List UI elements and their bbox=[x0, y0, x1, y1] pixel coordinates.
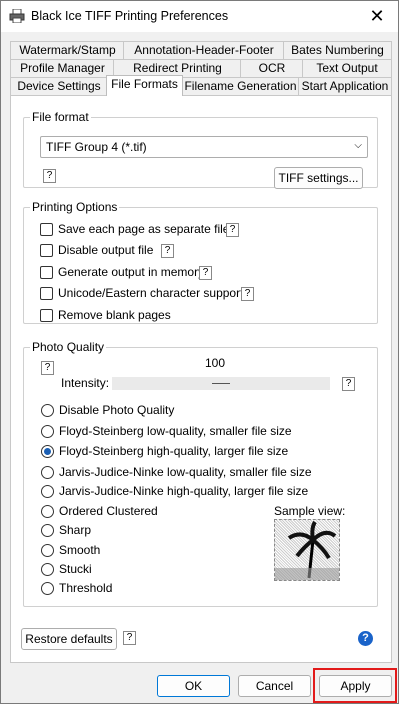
intensity-value: 100 bbox=[205, 356, 226, 370]
chevron-down-icon: ⌵ bbox=[354, 140, 362, 151]
checkbox-box[interactable] bbox=[40, 308, 53, 322]
radio-circle[interactable] bbox=[41, 424, 54, 438]
photo-quality-help-icon[interactable]: ? bbox=[41, 361, 54, 375]
radio-circle[interactable] bbox=[41, 581, 54, 595]
radio-floyd-high[interactable]: Floyd-Steinberg high-quality, larger fil… bbox=[41, 444, 288, 458]
tab-file-formats[interactable]: File Formats bbox=[106, 75, 183, 96]
save-each-page-checkbox[interactable]: Save each page as separate file bbox=[40, 222, 229, 236]
file-formats-panel: File format TIFF Group 4 (*.tif) ⌵ ? TIF… bbox=[10, 95, 392, 663]
tab-profile-manager[interactable]: Profile Manager bbox=[10, 59, 115, 77]
tab-bates-numbering[interactable]: Bates Numbering bbox=[283, 41, 392, 59]
radio-label: Smooth bbox=[59, 543, 101, 557]
photo-quality-legend: Photo Quality bbox=[32, 340, 105, 354]
restore-defaults-button[interactable]: Restore defaults bbox=[21, 628, 117, 650]
tiff-settings-button[interactable]: TIFF settings... bbox=[274, 167, 363, 189]
checkbox-box[interactable] bbox=[40, 243, 53, 257]
tab-row-3: Device Settings File Formats Filename Ge… bbox=[1, 75, 398, 96]
tab-filename-generation[interactable]: Filename Generation bbox=[181, 77, 300, 95]
tab-text-output[interactable]: Text Output bbox=[302, 59, 392, 77]
generate-in-memory-help-icon[interactable]: ? bbox=[199, 266, 212, 280]
intensity-label: Intensity: bbox=[61, 376, 110, 390]
tab-annotation-header-footer[interactable]: Annotation-Header-Footer bbox=[123, 41, 285, 59]
restore-defaults-help-icon[interactable]: ? bbox=[123, 631, 136, 645]
unicode-support-help-icon[interactable]: ? bbox=[241, 287, 254, 301]
cancel-button[interactable]: Cancel bbox=[238, 675, 311, 697]
disable-output-checkbox[interactable]: Disable output file bbox=[40, 243, 153, 257]
radio-circle[interactable] bbox=[41, 523, 54, 537]
tab-watermark-stamp[interactable]: Watermark/Stamp bbox=[10, 41, 125, 59]
preferences-window: Black Ice TIFF Printing Preferences ✕ Wa… bbox=[0, 0, 399, 704]
radio-label: Stucki bbox=[59, 562, 92, 576]
radio-label: Threshold bbox=[59, 581, 113, 595]
checkbox-label: Remove blank pages bbox=[58, 308, 171, 322]
checkbox-label: Disable output file bbox=[58, 243, 154, 257]
sample-view-label: Sample view: bbox=[274, 504, 346, 518]
radio-stucki[interactable]: Stucki bbox=[41, 562, 92, 576]
save-each-page-help-icon[interactable]: ? bbox=[226, 223, 239, 237]
tab-row-1: Watermark/Stamp Annotation-Header-Footer… bbox=[1, 41, 398, 59]
checkbox-label: Save each page as separate file bbox=[58, 222, 230, 236]
tab-ocr[interactable]: OCR bbox=[240, 59, 304, 77]
checkbox-box[interactable] bbox=[40, 222, 53, 236]
generate-in-memory-checkbox[interactable]: Generate output in memory bbox=[40, 265, 204, 279]
radio-circle[interactable] bbox=[41, 465, 54, 479]
radio-circle[interactable] bbox=[41, 543, 54, 557]
checkbox-label: Unicode/Eastern character support bbox=[58, 286, 244, 300]
file-format-help-icon[interactable]: ? bbox=[43, 169, 56, 183]
ok-button[interactable]: OK bbox=[157, 675, 230, 697]
radio-label: Jarvis-Judice-Ninke low-quality, smaller… bbox=[59, 465, 312, 479]
printing-options-group: Printing Options Save each page as separ… bbox=[23, 200, 378, 324]
radio-jarvis-high[interactable]: Jarvis-Judice-Ninke high-quality, larger… bbox=[41, 484, 308, 498]
disable-output-help-icon[interactable]: ? bbox=[161, 244, 174, 258]
radio-circle[interactable] bbox=[41, 403, 54, 417]
radio-disable-photo-quality[interactable]: Disable Photo Quality bbox=[41, 403, 174, 417]
close-icon[interactable]: ✕ bbox=[364, 4, 390, 28]
file-format-group: File format TIFF Group 4 (*.tif) ⌵ ? TIF… bbox=[23, 110, 378, 189]
radio-threshold[interactable]: Threshold bbox=[41, 581, 112, 595]
palm-tree-icon bbox=[275, 520, 339, 580]
file-format-legend: File format bbox=[32, 110, 89, 124]
intensity-help-icon[interactable]: ? bbox=[342, 377, 355, 391]
radio-label: Jarvis-Judice-Ninke high-quality, larger… bbox=[59, 484, 309, 498]
slider-thumb[interactable] bbox=[212, 383, 230, 384]
sample-view-image bbox=[274, 519, 340, 581]
checkbox-box[interactable] bbox=[40, 286, 53, 300]
radio-label: Floyd-Steinberg high-quality, larger fil… bbox=[59, 444, 289, 458]
radio-jarvis-low[interactable]: Jarvis-Judice-Ninke low-quality, smaller… bbox=[41, 465, 312, 479]
radio-label: Floyd-Steinberg low-quality, smaller fil… bbox=[59, 424, 292, 438]
title-bar: Black Ice TIFF Printing Preferences ✕ bbox=[1, 1, 398, 32]
tab-device-settings[interactable]: Device Settings bbox=[10, 77, 108, 95]
radio-ordered-clustered[interactable]: Ordered Clustered bbox=[41, 504, 158, 518]
radio-circle-selected[interactable] bbox=[41, 444, 54, 458]
radio-sharp[interactable]: Sharp bbox=[41, 523, 91, 537]
checkbox-label: Generate output in memory bbox=[58, 265, 205, 279]
file-format-value: TIFF Group 4 (*.tif) bbox=[46, 140, 147, 154]
tab-start-application[interactable]: Start Application bbox=[298, 77, 392, 95]
radio-smooth[interactable]: Smooth bbox=[41, 543, 100, 557]
apply-highlight-box bbox=[313, 668, 397, 703]
remove-blank-pages-checkbox[interactable]: Remove blank pages bbox=[40, 308, 171, 322]
printing-options-legend: Printing Options bbox=[32, 200, 118, 214]
file-format-select[interactable]: TIFF Group 4 (*.tif) ⌵ bbox=[40, 136, 368, 158]
intensity-slider[interactable] bbox=[112, 377, 330, 390]
radio-floyd-low[interactable]: Floyd-Steinberg low-quality, smaller fil… bbox=[41, 424, 292, 438]
window-title: Black Ice TIFF Printing Preferences bbox=[31, 9, 229, 23]
radio-label: Sharp bbox=[59, 523, 92, 537]
radio-circle[interactable] bbox=[41, 504, 54, 518]
printer-icon bbox=[9, 9, 25, 23]
photo-quality-group: Photo Quality ? 100 Intensity: ? Disable… bbox=[23, 340, 378, 607]
unicode-support-checkbox[interactable]: Unicode/Eastern character support bbox=[40, 286, 243, 300]
radio-label: Disable Photo Quality bbox=[59, 403, 175, 417]
tab-row-2: Profile Manager Redirect Printing OCR Te… bbox=[1, 59, 398, 77]
radio-circle[interactable] bbox=[41, 562, 54, 576]
checkbox-box[interactable] bbox=[40, 265, 53, 279]
radio-label: Ordered Clustered bbox=[59, 504, 158, 518]
footer-bar: OK Cancel Apply bbox=[1, 664, 398, 703]
radio-circle[interactable] bbox=[41, 484, 54, 498]
help-icon[interactable]: ? bbox=[358, 631, 373, 646]
